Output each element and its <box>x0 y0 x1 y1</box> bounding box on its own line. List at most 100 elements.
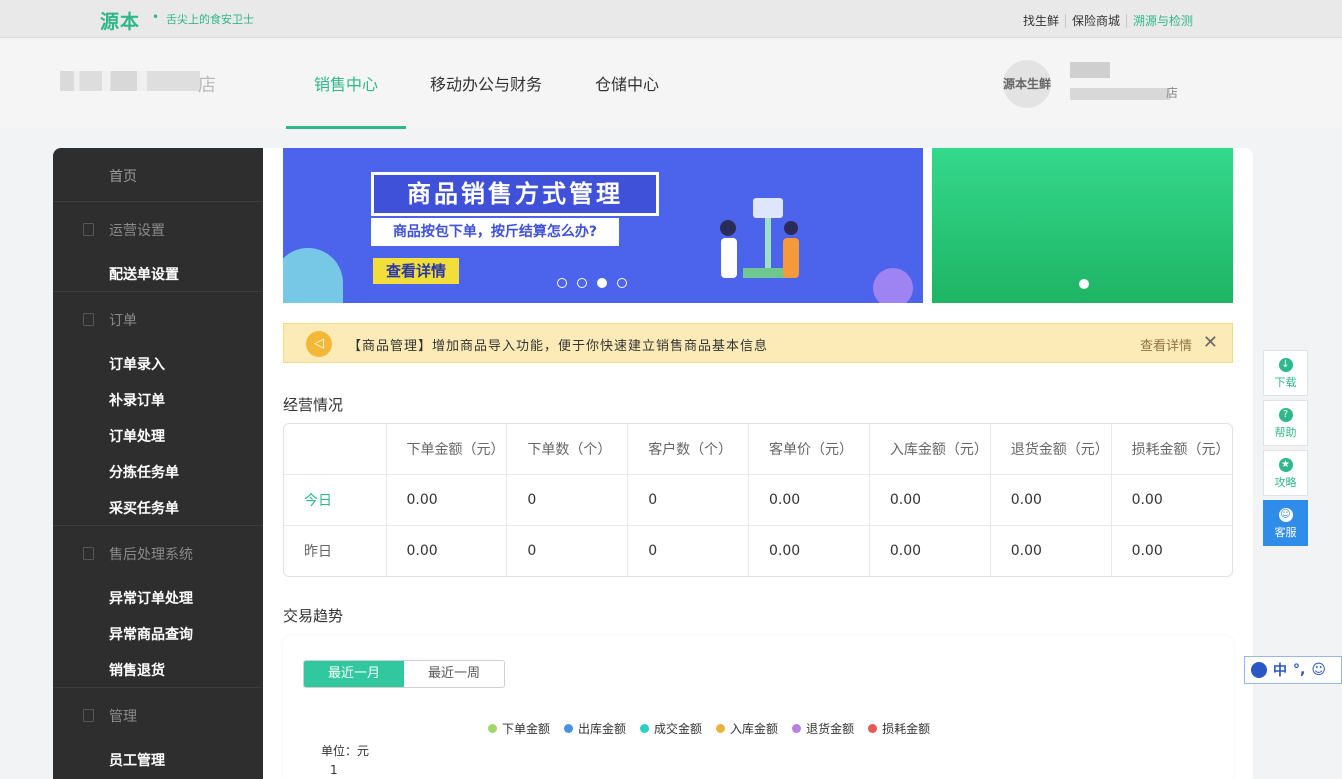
sidebar-divider <box>53 291 263 292</box>
tab-mobile-office-finance[interactable]: 移动办公与财务 <box>430 71 542 95</box>
star-icon: ★ <box>1278 458 1293 472</box>
carousel-dot-active[interactable] <box>1079 279 1089 289</box>
scale-illustration <box>720 198 799 278</box>
store-name-blurred <box>60 71 200 91</box>
secondary-banner[interactable] <box>932 148 1233 303</box>
sidebar-item-home[interactable]: 首页 <box>53 166 263 186</box>
table-cell: 0.00 <box>990 474 1112 527</box>
tab-last-month[interactable]: 最近一月 <box>304 661 404 687</box>
banner-details-button[interactable]: 查看详情 <box>373 258 459 284</box>
user-store-blurred <box>1070 88 1170 100</box>
sidebar-item-delivery-settings[interactable]: 配送单设置 <box>53 264 263 284</box>
close-icon[interactable]: ✕ <box>1203 332 1218 353</box>
table-cell: 0.00 <box>1131 543 1163 560</box>
legend-label: 退货金额 <box>806 722 855 736</box>
sidebar-item-order-processing[interactable]: 订单处理 <box>53 426 263 446</box>
tab-warehouse-center[interactable]: 仓储中心 <box>595 71 659 95</box>
row-label-today: 今日 <box>284 474 387 527</box>
legend-dot <box>640 724 650 733</box>
sidebar-item-order-entry[interactable]: 订单录入 <box>53 354 263 374</box>
table-cell: 0.00 <box>869 525 991 576</box>
section-title-trend: 交易趋势 <box>283 607 344 625</box>
ime-toolbar[interactable]: 中 °, ☺ <box>1244 656 1342 684</box>
legend-item[interactable]: 出库金额 <box>564 720 626 737</box>
store-name-suffix: 店 <box>198 75 216 96</box>
table-cell: 0.00 <box>386 474 508 527</box>
column-header: 入库金额（元） <box>869 424 991 475</box>
tab-last-week[interactable]: 最近一周 <box>404 661 504 687</box>
carousel-dot[interactable] <box>617 278 627 288</box>
logo[interactable]: 源本 <box>100 7 140 34</box>
ime-punctuation[interactable]: °, <box>1293 662 1305 678</box>
legend-item[interactable]: 退货金额 <box>792 720 854 737</box>
sidebar-item-abnormal-orders[interactable]: 异常订单处理 <box>53 588 263 608</box>
logo-dot-icon: • <box>152 10 160 24</box>
legend-item[interactable]: 入库金额 <box>716 720 778 737</box>
table-cell: 0.00 <box>869 474 991 527</box>
row-label-yesterday: 昨日 <box>284 525 387 576</box>
sidebar-item-supplementary-order[interactable]: 补录订单 <box>53 390 263 410</box>
legend-label: 出库金额 <box>578 722 627 736</box>
user-store-suffix: 店 <box>1166 86 1179 100</box>
carousel-dot[interactable] <box>577 278 587 288</box>
sidebar-item-sales-returns[interactable]: 销售退货 <box>53 660 263 680</box>
top-link-insurance-mall[interactable]: 保险商城 <box>1064 14 1126 28</box>
ime-user-icon[interactable] <box>1251 662 1267 678</box>
legend-item[interactable]: 下单金额 <box>488 720 550 737</box>
trend-range-toggle: 最近一月 最近一周 <box>303 660 505 688</box>
sidebar-group-after-sales[interactable]: 售后处理系统 <box>53 544 263 564</box>
promo-banner[interactable]: 商品销售方式管理 商品按包下单，按斤结算怎么办? 查看详情 <box>283 148 923 303</box>
carousel-dot[interactable] <box>557 278 567 288</box>
help-button[interactable]: ? 帮助 <box>1263 400 1308 446</box>
legend-item[interactable]: 成交金额 <box>640 720 702 737</box>
active-tab-indicator <box>286 126 406 129</box>
sidebar-group-management[interactable]: 管理 <box>53 706 263 726</box>
sidebar-group-operations[interactable]: 运营设置 <box>53 220 263 240</box>
top-links: 找生鲜 保险商城 溯源与检测 <box>1017 12 1199 29</box>
question-icon: ? <box>1278 408 1293 422</box>
leaf-decoration <box>283 248 343 303</box>
sidebar-item-sorting-tasks[interactable]: 分拣任务单 <box>53 462 263 482</box>
sidebar-group-orders[interactable]: 订单 <box>53 310 263 330</box>
sidebar-divider <box>53 525 263 526</box>
tab-sales-center[interactable]: 销售中心 <box>314 71 378 95</box>
legend-label: 入库金额 <box>730 722 779 736</box>
customer-service-button[interactable]: ☺ 客服 <box>1263 500 1308 546</box>
column-header: 客单价（元） <box>748 424 870 475</box>
legend-item[interactable]: 损耗金额 <box>868 720 930 737</box>
ime-language[interactable]: 中 <box>1273 660 1287 680</box>
ime-emoji-icon[interactable]: ☺ <box>1311 662 1326 678</box>
cloud-download-icon: ↓ <box>1278 358 1293 372</box>
column-header: 损耗金额（元） <box>1111 424 1232 475</box>
table-cell: 0 <box>506 474 629 527</box>
avatar[interactable]: 源本生鲜 <box>1003 60 1051 108</box>
table-cell: 0 <box>506 525 629 576</box>
banner-title: 商品销售方式管理 <box>371 172 659 216</box>
smile-icon: ☺ <box>1278 508 1293 522</box>
speaker-icon: ◁ <box>306 331 332 357</box>
sidebar-item-staff-management[interactable]: 员工管理 <box>53 750 263 770</box>
top-link-traceability[interactable]: 溯源与检测 <box>1125 14 1199 28</box>
top-link-find-fresh[interactable]: 找生鲜 <box>1017 14 1065 28</box>
guide-button[interactable]: ★ 攻略 <box>1263 450 1308 496</box>
legend-dot <box>564 724 574 733</box>
table-row: 昨日 0.00 0 0 0.00 0.00 0.00 0.00 <box>284 525 1232 576</box>
carousel-dot-active[interactable] <box>597 278 607 288</box>
stats-table: 下单金额（元） 下单数（个） 客户数（个） 客单价（元） 入库金额（元） 退货金… <box>283 423 1233 577</box>
sidebar-item-purchase-tasks[interactable]: 采买任务单 <box>53 498 263 518</box>
column-header: 下单数（个） <box>506 424 629 475</box>
notice-details-link[interactable]: 查看详情 <box>1140 335 1192 354</box>
notice-bar: ◁ 【商品管理】增加商品导入功能，便于你快速建立销售商品基本信息 查看详情 ✕ <box>283 323 1233 363</box>
download-button[interactable]: ↓ 下载 <box>1263 350 1308 396</box>
guide-label: 攻略 <box>1274 476 1297 489</box>
table-cell: 0.00 <box>748 525 870 576</box>
sidebar: 首页 运营设置 配送单设置 订单 订单录入 补录订单 订单处理 分拣任务单 采买… <box>53 148 263 779</box>
table-corner-cell <box>284 424 387 475</box>
main-panel: 商品销售方式管理 商品按包下单，按斤结算怎么办? 查看详情 ◁ 【商品管理】增加… <box>263 148 1253 779</box>
top-bar: 源本 • 舌尖上的食安卫士 找生鲜 保险商城 溯源与检测 <box>0 0 1342 38</box>
sidebar-item-abnormal-goods[interactable]: 异常商品查询 <box>53 624 263 644</box>
column-header: 下单金额（元） <box>386 424 508 475</box>
customer-service-label: 客服 <box>1274 526 1297 539</box>
legend-dot <box>792 724 802 733</box>
table-cell: 0.00 <box>1111 474 1232 527</box>
